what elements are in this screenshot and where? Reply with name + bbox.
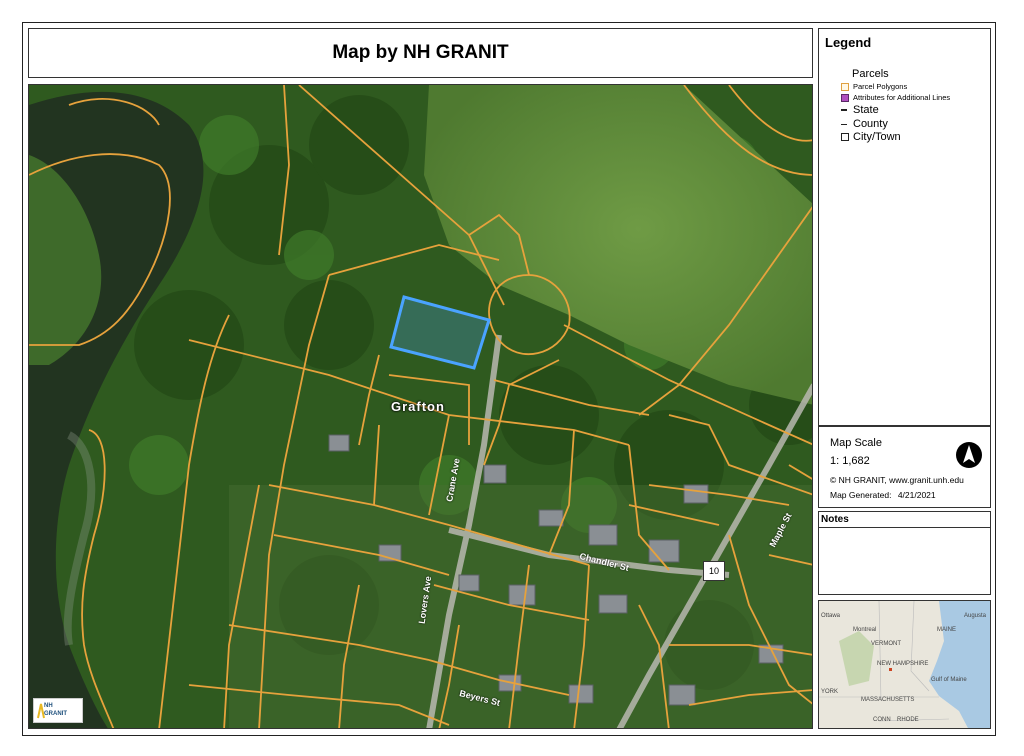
ov-label-ottawa: Ottawa <box>821 613 841 619</box>
county-line-swatch <box>841 123 847 125</box>
ov-label-vermont: VERMONT <box>871 641 901 647</box>
ov-label-montreal: Montreal <box>853 627 877 633</box>
map-scale-value: 1: 1,682 <box>830 455 870 467</box>
map-scale-panel: Map Scale 1: 1,682 © NH GRANIT, www.gran… <box>818 426 991 508</box>
legend-item-parcel-polygons: Parcel Polygons <box>841 82 907 91</box>
map-scale-label: Map Scale <box>830 437 882 449</box>
location-marker <box>889 668 892 671</box>
legend-item-additional-lines: Attributes for Additional Lines <box>841 93 950 102</box>
ov-label-york: YORK <box>821 689 839 695</box>
legend-item-city-town: City/Town <box>841 131 901 143</box>
credit-text: © NH GRANIT, www.granit.unh.edu <box>830 475 964 485</box>
town-label: Grafton <box>391 399 445 414</box>
legend-item-state: State <box>841 104 879 116</box>
ov-label-new-hampshire: NEW HAMPSHIRE <box>877 661 929 667</box>
city-town-swatch <box>841 133 849 141</box>
ov-label-conn: CONN <box>873 717 891 723</box>
north-arrow-icon <box>956 442 982 468</box>
overview-map[interactable]: Montreal VERMONT MAINE NEW HAMPSHIRE Gul… <box>818 600 991 729</box>
nh-granit-logo: NH GRANIT <box>33 698 83 723</box>
legend-item-county: County <box>841 118 888 130</box>
ov-label-rhode: RHODE <box>897 717 919 723</box>
legend-group-label: Parcels <box>852 68 889 80</box>
ov-label-maine: MAINE <box>937 627 957 633</box>
map-title-box: Map by NH GRANIT <box>28 28 813 78</box>
map-title: Map by NH GRANIT <box>332 42 509 63</box>
route-shield: 10 <box>703 561 725 581</box>
map-generated: Map Generated: 4/21/2021 <box>830 490 936 500</box>
parcel-polygon-swatch <box>841 82 849 91</box>
notes-panel: Notes <box>818 511 991 595</box>
state-line-swatch <box>841 109 847 111</box>
ov-label-augusta: Augusta <box>964 613 987 619</box>
legend-panel: Legend Parcels Parcel Polygons Attribute… <box>818 28 991 426</box>
attribute-line-swatch <box>841 93 849 102</box>
aerial-map[interactable]: Grafton Maple St Chandler St Crane Ave L… <box>28 84 813 729</box>
notes-header: Notes <box>819 512 990 528</box>
ov-label-massachusetts: MASSACHUSETTS <box>861 697 915 703</box>
ov-label-gulf-of-maine: Gulf of Maine <box>931 677 967 683</box>
legend-heading: Legend <box>825 35 872 50</box>
